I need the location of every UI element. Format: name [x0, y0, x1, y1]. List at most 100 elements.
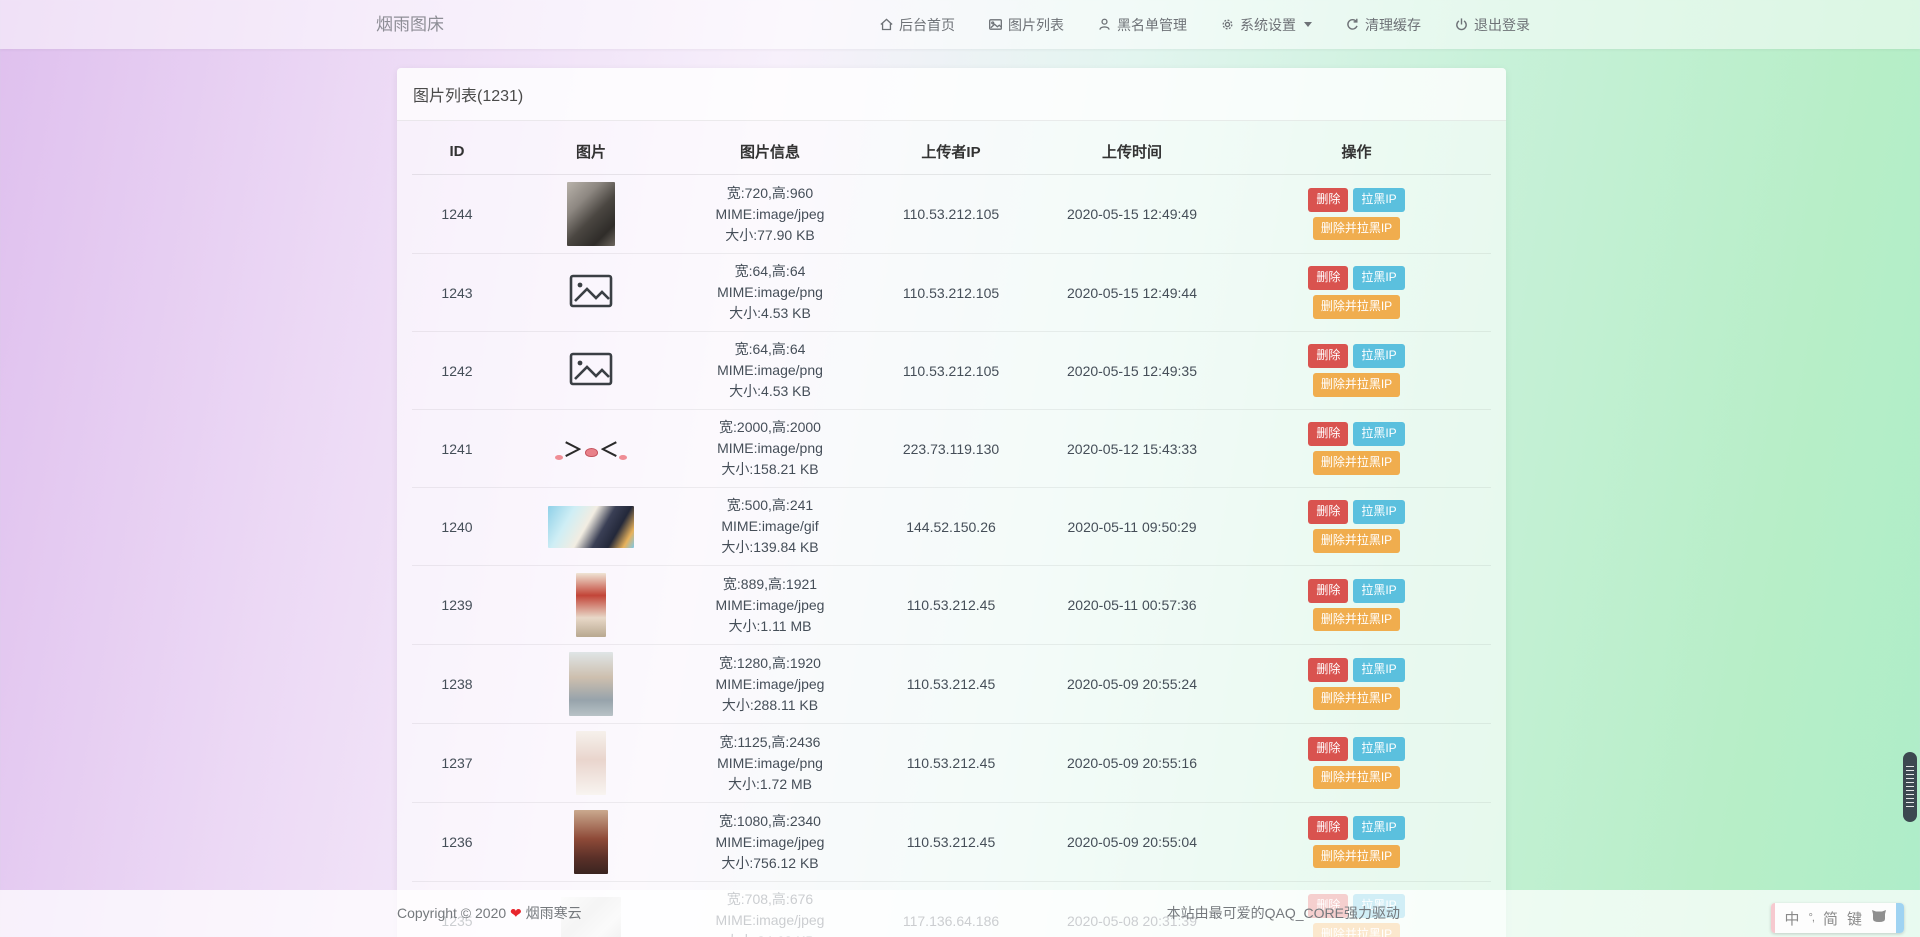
- cell-info: 宽:1280,高:1920 MIME:image/jpeg 大小:288.11 …: [680, 645, 860, 724]
- cell-upload-time: 2020-05-11 00:57:36: [1042, 566, 1222, 645]
- image-mime: MIME:image/jpeg: [680, 674, 860, 695]
- cell-uploader-ip: 110.53.212.105: [860, 254, 1042, 332]
- header-info: 图片信息: [680, 129, 860, 175]
- image-id: 1242: [441, 363, 472, 379]
- nav-item-logout[interactable]: 退出登录: [1454, 15, 1530, 35]
- broken-image-icon[interactable]: [569, 295, 613, 311]
- image-table: ID 图片 图片信息 上传者IP 上传时间 操作 1244 宽:720,高:96…: [412, 129, 1491, 937]
- image-thumbnail[interactable]: [567, 182, 615, 246]
- home-icon: [879, 17, 894, 32]
- ime-simplified-indicator[interactable]: 简: [1823, 908, 1838, 929]
- scrollbar-thumb[interactable]: [1903, 752, 1917, 822]
- blacklist-ip-button[interactable]: 拉黑IP: [1353, 266, 1404, 290]
- delete-button[interactable]: 删除: [1308, 579, 1348, 603]
- ime-statusbar[interactable]: 中 °, 简 键: [1771, 903, 1904, 933]
- cell-info: 宽:500,高:241 MIME:image/gif 大小:139.84 KB: [680, 488, 860, 566]
- nav-label: 图片列表: [1008, 15, 1064, 35]
- image-size: 大小:4.53 KB: [680, 381, 860, 402]
- image-mime: MIME:image/png: [680, 753, 860, 774]
- blacklist-ip-button[interactable]: 拉黑IP: [1353, 422, 1404, 446]
- image-thumbnail[interactable]: [576, 731, 606, 795]
- cell-info: 宽:1125,高:2436 MIME:image/png 大小:1.72 MB: [680, 724, 860, 803]
- cell-upload-time: 2020-05-15 12:49:49: [1042, 175, 1222, 254]
- ime-punct-indicator[interactable]: °,: [1809, 912, 1814, 924]
- delete-and-blacklist-button[interactable]: 删除并拉黑IP: [1313, 451, 1400, 475]
- nav-label: 系统设置: [1240, 15, 1296, 35]
- power-icon: [1454, 17, 1469, 32]
- delete-button[interactable]: 删除: [1308, 344, 1348, 368]
- ime-skin-cat-icon[interactable]: [1871, 909, 1887, 927]
- delete-button[interactable]: 删除: [1308, 188, 1348, 212]
- cell-id: 1237: [412, 724, 502, 803]
- cell-uploader-ip: 110.53.212.45: [860, 645, 1042, 724]
- header-id: ID: [412, 129, 502, 175]
- cell-info: 宽:64,高:64 MIME:image/png 大小:4.53 KB: [680, 332, 860, 410]
- delete-and-blacklist-button[interactable]: 删除并拉黑IP: [1313, 845, 1400, 869]
- blacklist-ip-button[interactable]: 拉黑IP: [1353, 188, 1404, 212]
- delete-and-blacklist-button[interactable]: 删除并拉黑IP: [1313, 687, 1400, 711]
- image-size: 大小:1.11 MB: [680, 616, 860, 637]
- image-size: 大小:4.53 KB: [680, 303, 860, 324]
- delete-and-blacklist-button[interactable]: 删除并拉黑IP: [1313, 295, 1400, 319]
- image-id: 1240: [441, 519, 472, 535]
- top-navbar: 烟雨图床 后台首页 图片列表 黑名单管理 系统设置 清理缓存 退出登录: [0, 0, 1920, 49]
- delete-and-blacklist-button[interactable]: 删除并拉黑IP: [1313, 608, 1400, 632]
- image-id: 1244: [441, 206, 472, 222]
- cell-actions: 删除 拉黑IP 删除并拉黑IP: [1222, 488, 1491, 566]
- cell-actions: 删除 拉黑IP 删除并拉黑IP: [1222, 410, 1491, 488]
- image-mime: MIME:image/png: [680, 438, 860, 459]
- header-actions: 操作: [1222, 129, 1491, 175]
- delete-button[interactable]: 删除: [1308, 500, 1348, 524]
- delete-and-blacklist-button[interactable]: 删除并拉黑IP: [1313, 766, 1400, 790]
- image-mime: MIME:image/jpeg: [680, 204, 860, 225]
- ime-keyboard-indicator[interactable]: 键: [1847, 908, 1862, 929]
- delete-button[interactable]: 删除: [1308, 422, 1348, 446]
- delete-and-blacklist-button[interactable]: 删除并拉黑IP: [1313, 529, 1400, 553]
- delete-and-blacklist-button[interactable]: 删除并拉黑IP: [1313, 217, 1400, 241]
- cell-upload-time: 2020-05-09 20:55:04: [1042, 803, 1222, 882]
- blacklist-ip-button[interactable]: 拉黑IP: [1353, 737, 1404, 761]
- delete-button[interactable]: 删除: [1308, 266, 1348, 290]
- blacklist-ip-button[interactable]: 拉黑IP: [1353, 500, 1404, 524]
- image-dimensions: 宽:2000,高:2000: [680, 417, 860, 438]
- delete-button[interactable]: 删除: [1308, 737, 1348, 761]
- blacklist-ip-button[interactable]: 拉黑IP: [1353, 579, 1404, 603]
- image-icon: [988, 17, 1003, 32]
- image-thumbnail[interactable]: [569, 652, 613, 716]
- cell-upload-time: 2020-05-09 20:55:16: [1042, 724, 1222, 803]
- delete-and-blacklist-button[interactable]: 删除并拉黑IP: [1313, 373, 1400, 397]
- nav-label: 后台首页: [899, 15, 955, 35]
- nav-item-settings[interactable]: 系统设置: [1220, 15, 1312, 35]
- cell-actions: 删除 拉黑IP 删除并拉黑IP: [1222, 175, 1491, 254]
- table-row: 1240 宽:500,高:241 MIME:image/gif 大小:139.8…: [412, 488, 1491, 566]
- header-image: 图片: [502, 129, 680, 175]
- image-id: 1237: [441, 755, 472, 771]
- nav-label: 退出登录: [1474, 15, 1530, 35]
- nav-item-image-list[interactable]: 图片列表: [988, 15, 1064, 35]
- delete-button[interactable]: 删除: [1308, 658, 1348, 682]
- cell-thumbnail: [502, 175, 680, 254]
- cell-actions: 删除 拉黑IP 删除并拉黑IP: [1222, 332, 1491, 410]
- cell-upload-time: 2020-05-11 09:50:29: [1042, 488, 1222, 566]
- delete-button[interactable]: 删除: [1308, 816, 1348, 840]
- image-thumbnail[interactable]: [548, 506, 634, 548]
- nav-item-blacklist[interactable]: 黑名单管理: [1097, 15, 1187, 35]
- blacklist-ip-button[interactable]: 拉黑IP: [1353, 816, 1404, 840]
- blacklist-ip-button[interactable]: 拉黑IP: [1353, 658, 1404, 682]
- broken-image-icon[interactable]: [569, 373, 613, 389]
- image-size: 大小:288.11 KB: [680, 695, 860, 716]
- nav-item-clear-cache[interactable]: 清理缓存: [1345, 15, 1421, 35]
- cell-uploader-ip: 110.53.212.45: [860, 724, 1042, 803]
- blacklist-ip-button[interactable]: 拉黑IP: [1353, 344, 1404, 368]
- ime-lang-indicator[interactable]: 中: [1784, 908, 1799, 929]
- cell-id: 1241: [412, 410, 502, 488]
- cell-upload-time: 2020-05-15 12:49:44: [1042, 254, 1222, 332]
- image-thumbnail[interactable]: ＞＜: [555, 435, 626, 462]
- cell-info: 宽:2000,高:2000 MIME:image/png 大小:158.21 K…: [680, 410, 860, 488]
- image-thumbnail[interactable]: [574, 810, 608, 874]
- nav-item-home[interactable]: 后台首页: [879, 15, 955, 35]
- image-thumbnail[interactable]: [576, 573, 606, 637]
- copyright-prefix: Copyright © 2020: [397, 905, 506, 921]
- image-id: 1238: [441, 676, 472, 692]
- nav-menu: 后台首页 图片列表 黑名单管理 系统设置 清理缓存 退出登录: [879, 0, 1530, 49]
